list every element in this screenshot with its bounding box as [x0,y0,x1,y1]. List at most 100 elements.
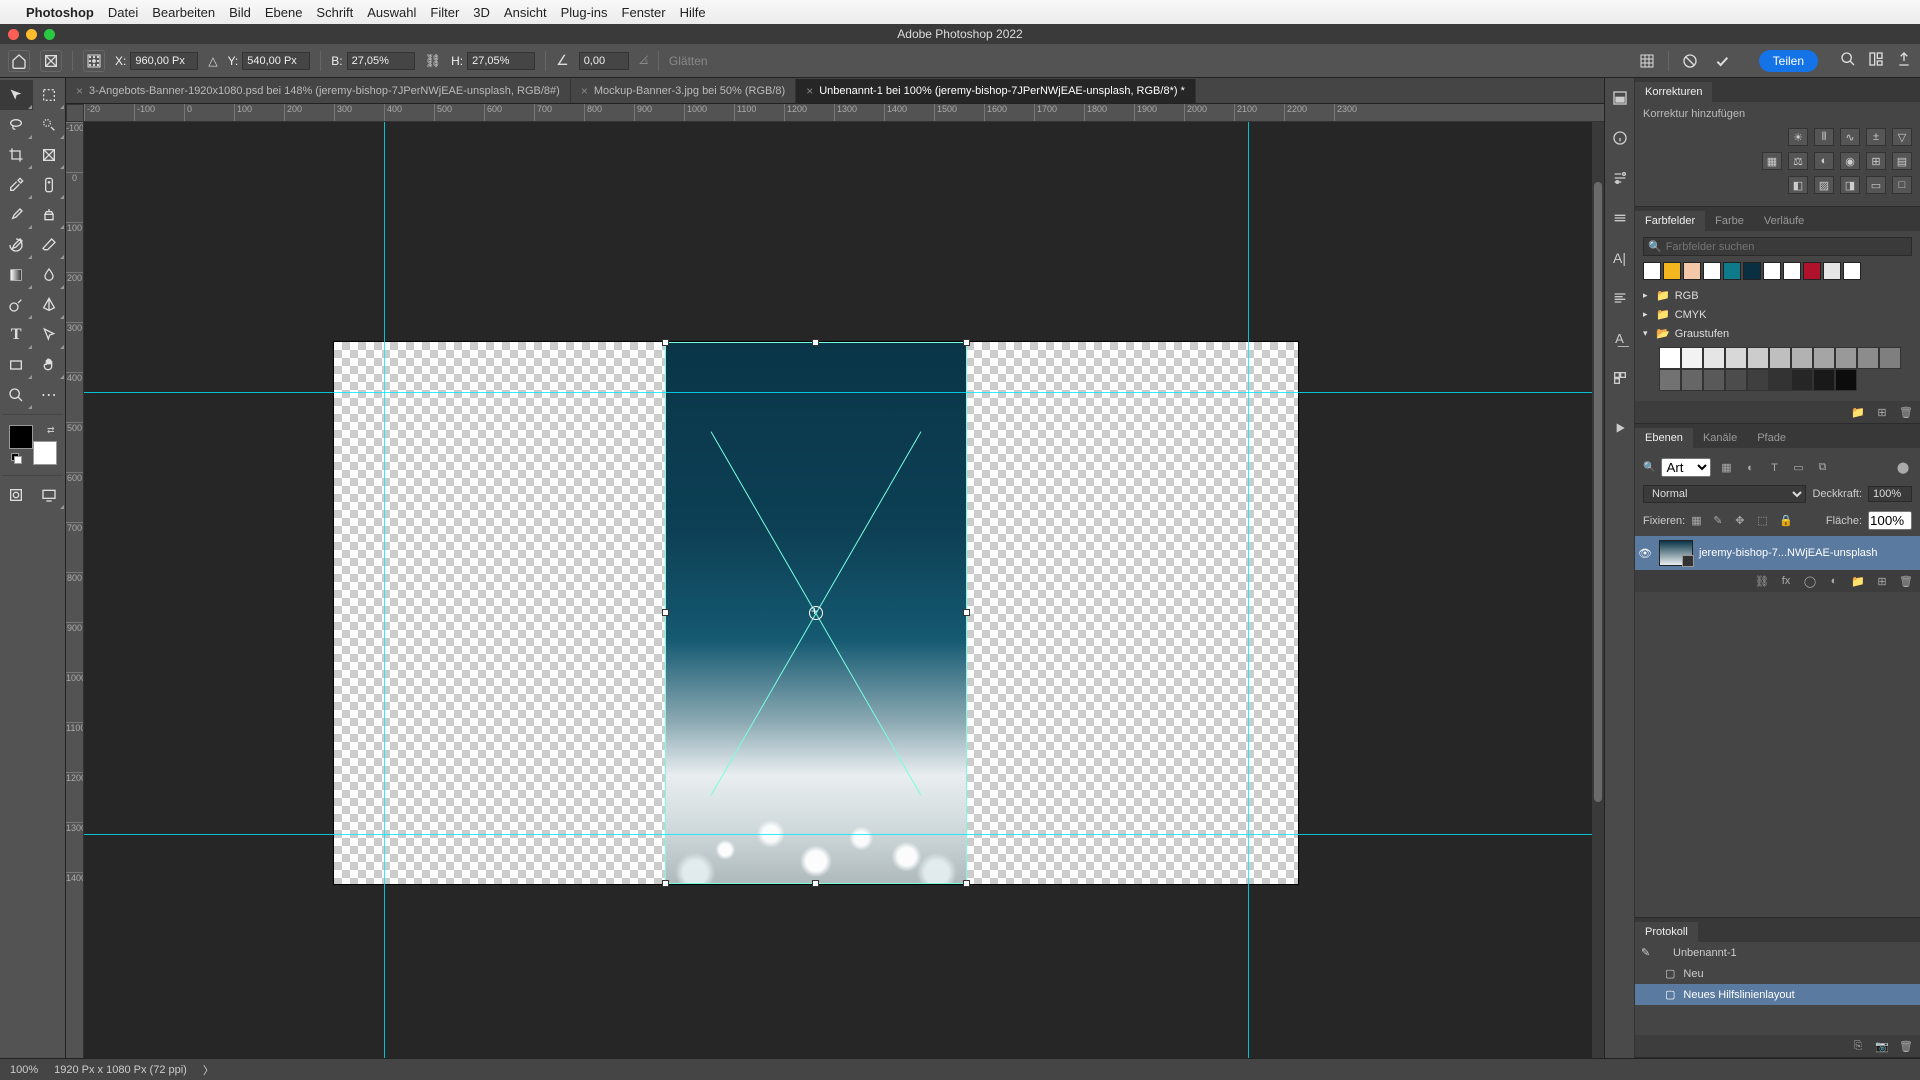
warp-mode-icon[interactable] [1636,50,1658,72]
menu-filter[interactable]: Filter [430,5,459,20]
close-tab-icon[interactable]: × [76,84,83,98]
horizontal-guide[interactable] [84,834,1592,835]
vertical-scrollbar[interactable] [1592,122,1604,1058]
share-export-icon[interactable] [1896,51,1912,70]
swatch[interactable] [1835,347,1857,369]
color-tab[interactable]: Farbe [1705,211,1754,231]
document-tab[interactable]: ×Unbenannt-1 bei 100% (jeremy-bishop-7JP… [796,79,1196,103]
vertical-ruler[interactable]: -100010020030040050060070080090010001100… [66,122,84,1058]
menu-fenster[interactable]: Fenster [622,5,666,20]
swatch[interactable] [1803,262,1821,280]
selective-color-icon[interactable]: □ [1892,176,1912,194]
swatch[interactable] [1813,347,1835,369]
layer-visibility-icon[interactable]: 👁 [1637,547,1653,560]
character-panel-icon[interactable]: A| [1610,248,1630,268]
workspace-icon[interactable] [1868,51,1884,70]
posterize-icon[interactable]: ▨ [1814,176,1834,194]
blend-mode-select[interactable]: Normal [1643,485,1806,503]
close-window-button[interactable] [8,29,19,40]
color-balance-icon[interactable]: ⚖ [1788,152,1808,170]
history-brush-tool[interactable] [0,230,33,260]
lock-transparency-icon[interactable]: ▦ [1691,514,1707,528]
opacity-input[interactable] [1868,486,1912,502]
layer-fx-icon[interactable]: fx [1778,574,1794,588]
horizontal-ruler[interactable]: -20-100010020030040050060070080090010001… [84,104,1604,122]
lock-all-icon[interactable]: 🔒 [1779,514,1795,528]
swatch[interactable] [1703,347,1725,369]
new-layer-icon[interactable]: ⊞ [1874,574,1890,588]
swatch[interactable] [1725,347,1747,369]
swatches-tab[interactable]: Farbfelder [1635,211,1705,231]
libraries-panel-icon[interactable] [1610,208,1630,228]
close-tab-icon[interactable]: × [581,84,588,98]
swatch[interactable] [1791,347,1813,369]
link-wh-icon[interactable]: ⛓ [425,53,442,69]
skew-icon[interactable]: ⦞ [639,53,648,68]
reference-point-icon[interactable] [83,50,105,72]
swatch-folder-rgb[interactable]: ▸📁RGB [1643,286,1912,305]
new-document-from-state-icon[interactable]: ⎘ [1850,1039,1866,1053]
channel-mixer-icon[interactable]: ⊞ [1866,152,1886,170]
zoom-level[interactable]: 100% [10,1064,38,1076]
threshold-icon[interactable]: ◨ [1840,176,1860,194]
bw-icon[interactable]: ◐ [1814,152,1834,170]
path-select-tool[interactable] [33,320,66,350]
interpolation-label[interactable]: Glätten [669,54,708,68]
swap-colors-icon[interactable]: ⇄ [47,425,55,436]
gradient-tool[interactable] [0,260,33,290]
hand-tool[interactable] [33,350,66,380]
menu-ansicht[interactable]: Ansicht [504,5,547,20]
swatch[interactable] [1659,369,1681,391]
filter-type-icon[interactable]: T [1765,460,1783,476]
new-group-icon[interactable]: 📁 [1850,574,1866,588]
channels-tab[interactable]: Kanäle [1693,428,1747,448]
swatch[interactable] [1723,262,1741,280]
frame-tool[interactable] [33,140,66,170]
blur-tool[interactable] [33,260,66,290]
menu-datei[interactable]: Datei [108,5,138,20]
add-mask-icon[interactable]: ◯ [1802,574,1818,588]
brightness-contrast-icon[interactable]: ☀ [1788,128,1808,146]
swatch[interactable] [1769,369,1791,391]
cancel-transform-button[interactable] [1679,50,1701,72]
transform-controls-icon[interactable] [40,50,62,72]
filter-smartobject-icon[interactable]: ⧉ [1813,460,1831,476]
swatch[interactable] [1879,347,1901,369]
crop-tool[interactable] [0,140,33,170]
swatch[interactable] [1683,262,1701,280]
exposure-icon[interactable]: ± [1866,128,1886,146]
ruler-origin[interactable] [66,104,84,122]
menu-auswahl[interactable]: Auswahl [367,5,416,20]
paragraph-panel-icon[interactable] [1610,288,1630,308]
home-button[interactable] [8,50,30,72]
menu-bild[interactable]: Bild [229,5,251,20]
healing-brush-tool[interactable] [33,170,66,200]
swatch[interactable] [1681,347,1703,369]
artboard-tool[interactable] [33,80,66,110]
photo-filter-icon[interactable]: ◉ [1840,152,1860,170]
share-button[interactable]: Teilen [1759,50,1818,72]
pen-tool[interactable] [33,290,66,320]
new-adjustment-layer-icon[interactable]: ◐ [1826,574,1842,588]
lock-artboard-icon[interactable]: ⬚ [1757,514,1773,528]
swatch[interactable] [1769,347,1791,369]
layer-name[interactable]: jeremy-bishop-7...NWjEAE-unsplash [1699,547,1878,559]
hue-sat-icon[interactable]: ▦ [1762,152,1782,170]
default-colors-icon[interactable] [11,453,21,463]
fill-input[interactable] [1868,511,1912,530]
menu-plugins[interactable]: Plug-ins [561,5,608,20]
color-panel-icon[interactable] [1610,88,1630,108]
swatch[interactable] [1813,369,1835,391]
swatch[interactable] [1703,369,1725,391]
edit-toolbar-button[interactable]: ⋯ [33,380,66,410]
rectangle-tool[interactable] [0,350,33,380]
swatch[interactable] [1835,369,1857,391]
app-name[interactable]: Photoshop [26,5,94,20]
quick-select-tool[interactable] [33,110,66,140]
foreground-background-colors[interactable]: ⇄ [9,425,57,465]
zoom-tool[interactable] [0,380,33,410]
history-state[interactable]: ▢ Neu [1635,963,1920,984]
info-panel-icon[interactable] [1610,128,1630,148]
menu-3d[interactable]: 3D [473,5,490,20]
layers-tab[interactable]: Ebenen [1635,428,1693,448]
